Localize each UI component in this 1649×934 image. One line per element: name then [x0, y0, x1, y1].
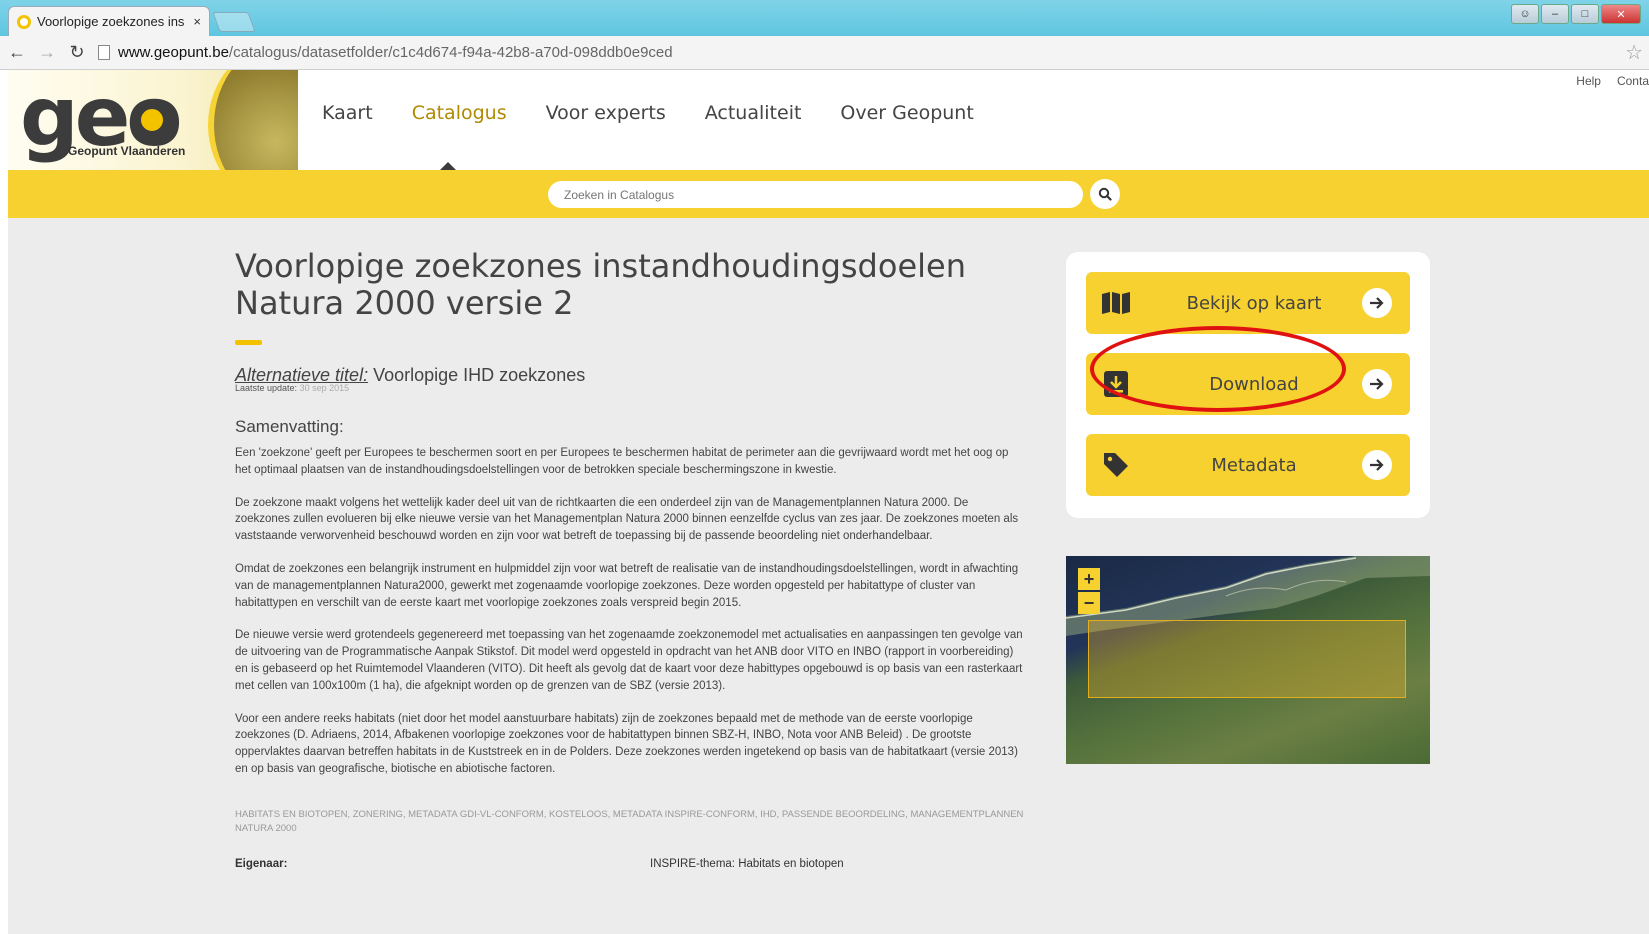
zoom-in-button[interactable]: +: [1078, 568, 1100, 590]
map-book-icon: [1086, 291, 1146, 315]
inspire-theme: INSPIRE-thema: Habitats en biotopen: [650, 857, 844, 870]
search-band: [8, 170, 1649, 218]
search-button[interactable]: [1090, 179, 1120, 209]
nav-over-geopunt[interactable]: Over Geopunt: [840, 102, 973, 124]
search-icon: [1098, 187, 1112, 201]
new-tab-button[interactable]: [212, 12, 256, 32]
nav-voor-experts[interactable]: Voor experts: [546, 102, 666, 124]
arrow-right-icon: [1362, 450, 1392, 480]
back-arrow-icon[interactable]: ←: [4, 42, 30, 63]
preview-map[interactable]: + −: [1066, 556, 1430, 764]
owner-row: Eigenaar: INSPIRE-thema: Habitats en bio…: [235, 858, 1025, 870]
catalog-search-input[interactable]: [548, 181, 1083, 208]
tag-icon: [1086, 451, 1146, 479]
reload-icon[interactable]: ↻: [64, 42, 90, 63]
window-controls: ☺ – □ ✕: [1511, 4, 1641, 24]
metadata-label: Metadata: [1211, 454, 1297, 476]
url-path: /catalogus/datasetfolder/c1c4d674-f94a-4…: [228, 44, 673, 61]
help-link[interactable]: Help: [1576, 74, 1601, 88]
logo-dot-icon: [132, 100, 172, 140]
tab-title: Voorlopige zoekzones ins: [37, 14, 185, 29]
summary-paragraph: Een 'zoekzone' geeft per Europees te bes…: [235, 447, 1009, 476]
last-update-value: 30 sep 2015: [299, 383, 350, 393]
maximize-button[interactable]: □: [1571, 4, 1599, 24]
summary-heading: Samenvatting:: [235, 417, 344, 436]
top-links: Help Conta: [1576, 74, 1649, 88]
minimize-button[interactable]: –: [1541, 4, 1569, 24]
site-header: geo Geopunt Vlaanderen Kaart Catalogus V…: [8, 70, 1649, 178]
last-update-label: Laatste update:: [235, 383, 298, 393]
url-host: www.geopunt.be: [118, 44, 229, 61]
download-highlight-ring: [1090, 326, 1346, 412]
alt-title-value: Voorlopige IHD zoekzones: [373, 365, 586, 385]
main-nav: Kaart Catalogus Voor experts Actualiteit…: [322, 102, 974, 124]
page-title: Voorlopige zoekzones instandhoudingsdoel…: [235, 247, 966, 322]
view-on-map-button[interactable]: Bekijk op kaart: [1086, 272, 1410, 334]
logo-subtitle: Geopunt Vlaanderen: [68, 144, 186, 158]
browser-toolbar: ← → ↻ www.geopunt.be/catalogus/datasetfo…: [0, 36, 1649, 70]
browser-tab-strip: Voorlopige zoekzones ins × ☺ – □ ✕: [0, 0, 1649, 36]
title-accent-bar: [235, 340, 262, 345]
bookmark-star-icon[interactable]: ☆: [1625, 40, 1643, 65]
nav-catalogus[interactable]: Catalogus: [412, 102, 507, 124]
tab-close-icon[interactable]: ×: [193, 14, 201, 29]
view-on-map-label: Bekijk op kaart: [1186, 292, 1322, 314]
contact-link[interactable]: Conta: [1617, 74, 1649, 88]
nav-kaart[interactable]: Kaart: [322, 102, 373, 124]
browser-tab[interactable]: Voorlopige zoekzones ins ×: [8, 6, 210, 36]
summary-paragraph: Voor een andere reeks habitats (niet doo…: [235, 712, 1018, 775]
page-viewport: geo Geopunt Vlaanderen Kaart Catalogus V…: [8, 70, 1649, 934]
geopunt-favicon-icon: [17, 14, 31, 29]
logo-photo: [208, 70, 298, 178]
keyword-tags: HABITATS EN BIOTOPEN, ZONERING, METADATA…: [235, 808, 1024, 834]
page-icon: [98, 45, 110, 60]
summary-paragraph: De zoekzone maakt volgens het wettelijk …: [235, 496, 1019, 543]
user-icon[interactable]: ☺: [1511, 4, 1539, 24]
arrow-right-icon: [1362, 369, 1392, 399]
alt-title-label: Alternatieve titel:: [235, 365, 369, 385]
nav-actualiteit[interactable]: Actualiteit: [705, 102, 802, 124]
zoom-out-button[interactable]: −: [1078, 592, 1100, 614]
dataset-content: Voorlopige zoekzones instandhoudingsdoel…: [235, 248, 1025, 870]
summary-paragraph: Omdat de zoekzones een belangrijk instru…: [235, 562, 1019, 609]
close-window-button[interactable]: ✕: [1601, 4, 1641, 24]
map-zoom-controls: + −: [1078, 568, 1100, 614]
dataset-extent-box: [1088, 620, 1406, 698]
active-nav-caret-icon: [440, 162, 456, 170]
address-bar[interactable]: www.geopunt.be/catalogus/datasetfolder/c…: [98, 40, 1625, 66]
forward-arrow-icon[interactable]: →: [34, 42, 60, 63]
owner-label: Eigenaar:: [235, 857, 288, 870]
arrow-right-icon: [1362, 288, 1392, 318]
metadata-button[interactable]: Metadata: [1086, 434, 1410, 496]
summary-paragraph: De nieuwe versie werd grotendeels gegene…: [235, 629, 1023, 692]
site-logo[interactable]: geo Geopunt Vlaanderen: [8, 70, 298, 178]
